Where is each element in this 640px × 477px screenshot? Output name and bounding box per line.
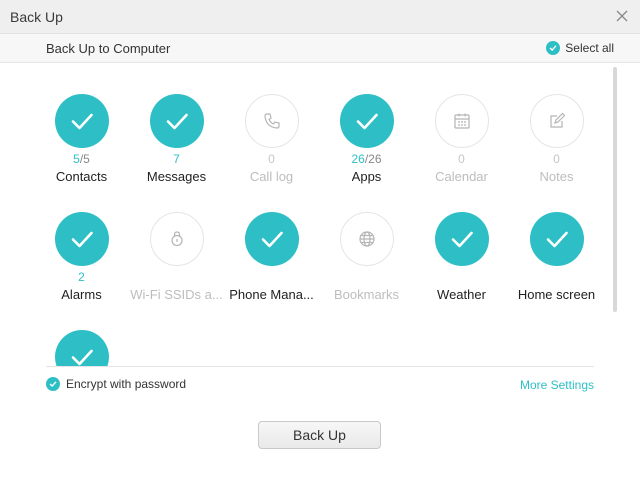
divider — [46, 366, 594, 367]
item-label: Alarms — [61, 287, 102, 302]
item-label: Call log — [249, 169, 294, 184]
item-label: Home screen — [517, 287, 596, 302]
globe-icon[interactable] — [339, 212, 394, 266]
backup-item-alarms[interactable]: 2 Alarms — [34, 212, 129, 317]
backup-item-wifi-ssids[interactable]: Wi-Fi SSIDs a... — [129, 212, 224, 317]
backup-item-contacts[interactable]: 5/5 Contacts — [34, 94, 129, 199]
encrypt-label: Encrypt with password — [66, 377, 187, 391]
title-bar: Back Up — [0, 0, 640, 34]
item-label: Contacts — [55, 169, 108, 184]
checkbox-checked-icon — [546, 41, 561, 55]
encrypt-checkbox[interactable]: Encrypt with password — [46, 377, 186, 391]
item-count-total: /26 — [364, 152, 382, 166]
backup-item-calendar[interactable]: 0 Calendar — [414, 94, 509, 199]
item-label: Wi-Fi SSIDs a... — [130, 287, 223, 302]
item-count: 0 — [268, 152, 275, 166]
scrollbar[interactable] — [613, 67, 617, 312]
backup-item-home-screen[interactable]: Home screen — [509, 212, 604, 317]
item-count: 26/26 — [351, 152, 381, 166]
backup-item-extra[interactable] — [34, 330, 129, 366]
check-icon[interactable] — [54, 330, 109, 366]
check-icon[interactable] — [339, 94, 394, 148]
item-count-current: 0 — [458, 152, 465, 166]
check-icon[interactable] — [54, 212, 109, 266]
backup-item-bookmarks[interactable]: Bookmarks — [319, 212, 414, 317]
backup-item-apps[interactable]: 26/26 Apps — [319, 94, 414, 199]
select-all-label: Select all — [565, 41, 614, 55]
item-count: 2 — [78, 270, 85, 284]
item-count-total: /5 — [79, 152, 90, 166]
sub-header: Back Up to Computer Select all — [0, 34, 640, 63]
item-count: 0 — [553, 152, 560, 166]
backup-item-call-log[interactable]: 0 Call log — [224, 94, 319, 199]
check-icon[interactable] — [529, 212, 584, 266]
notes-icon[interactable] — [529, 94, 584, 148]
backup-items-grid: 5/5 Contacts 7 Messages 0 Call log 26/26 Apps 0 C… — [34, 94, 604, 366]
item-count-current: 7 — [173, 152, 180, 166]
item-count-current: 0 — [553, 152, 560, 166]
item-label: Notes — [539, 169, 574, 184]
item-count-current: 26 — [351, 152, 365, 166]
close-icon[interactable] — [614, 8, 630, 24]
item-label: Bookmarks — [333, 287, 400, 302]
lock-icon[interactable] — [149, 212, 204, 266]
backup-item-phone-manager[interactable]: Phone Mana... — [224, 212, 319, 317]
window-title: Back Up — [10, 9, 63, 25]
checkbox-checked-icon — [46, 377, 60, 391]
item-count-current: 2 — [78, 270, 85, 284]
backup-item-weather[interactable]: Weather — [414, 212, 509, 317]
phone-icon[interactable] — [244, 94, 299, 148]
item-count-current: 0 — [268, 152, 275, 166]
backup-items-panel: 5/5 Contacts 7 Messages 0 Call log 26/26 Apps 0 C… — [0, 63, 640, 366]
more-settings-link[interactable]: More Settings — [520, 378, 594, 392]
check-icon[interactable] — [244, 212, 299, 266]
check-icon[interactable] — [149, 94, 204, 148]
page-title: Back Up to Computer — [46, 41, 171, 56]
item-label: Weather — [437, 287, 486, 302]
item-label: Apps — [351, 169, 382, 184]
check-icon[interactable] — [434, 212, 489, 266]
calendar-icon[interactable] — [434, 94, 489, 148]
backup-item-messages[interactable]: 7 Messages — [129, 94, 224, 199]
back-up-button[interactable]: Back Up — [258, 421, 381, 449]
backup-item-notes[interactable]: 0 Notes — [509, 94, 604, 199]
item-count-current: 5 — [73, 152, 80, 166]
item-count: 7 — [173, 152, 180, 166]
check-icon[interactable] — [54, 94, 109, 148]
item-label: Calendar — [435, 169, 488, 184]
item-count: 5/5 — [73, 152, 90, 166]
item-label: Messages — [146, 169, 207, 184]
item-label: Phone Mana... — [229, 287, 314, 302]
select-all-checkbox[interactable]: Select all — [546, 41, 614, 55]
item-count: 0 — [458, 152, 465, 166]
